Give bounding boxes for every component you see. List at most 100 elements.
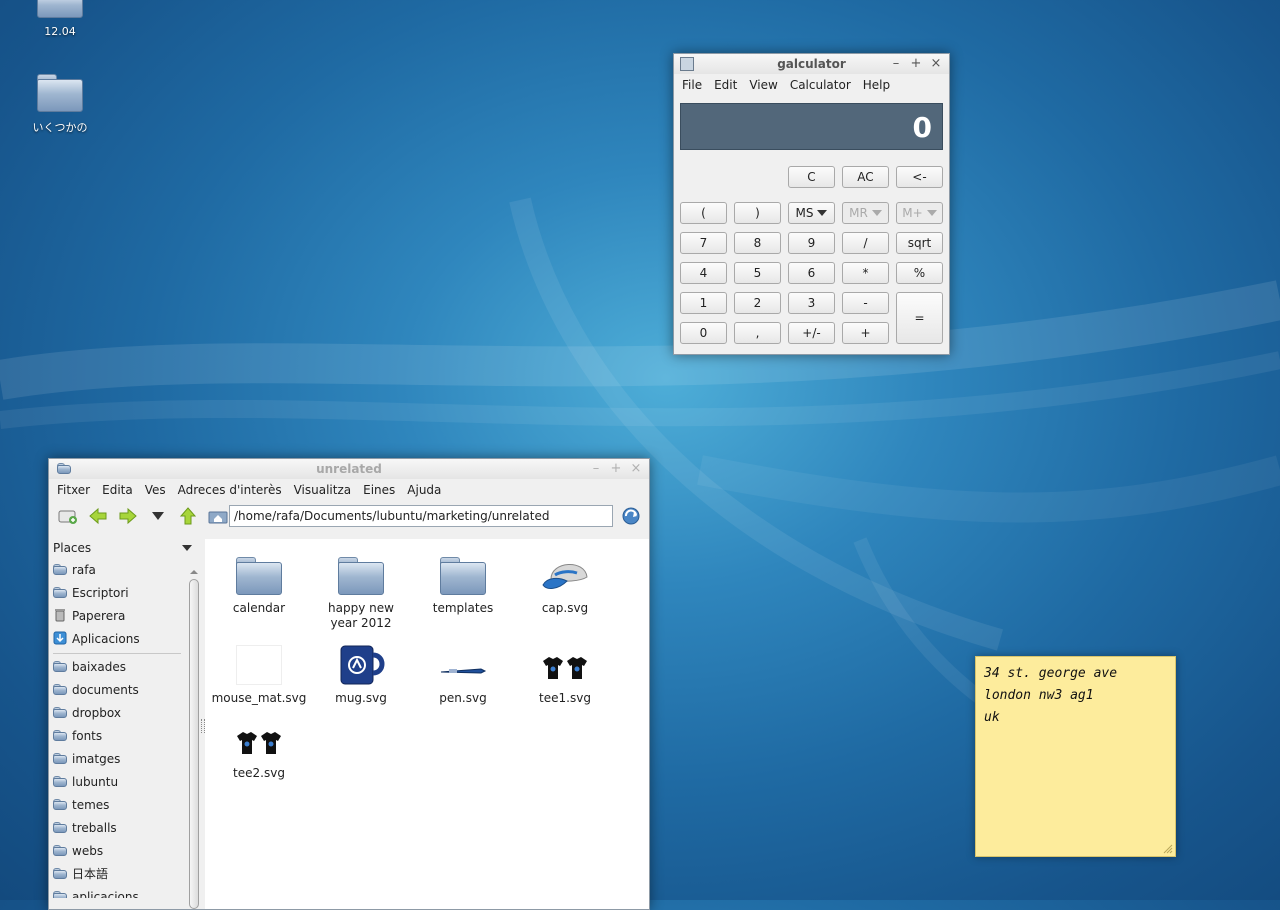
sidebar-item-aplicacions-folder[interactable]: aplicacions [49,886,203,898]
file-name: mug.svg [335,691,387,705]
file-manager-menubar: Fitxer Edita Ves Adreces d'interès Visua… [49,479,649,501]
digit-2-button[interactable]: 2 [734,292,781,314]
back-button[interactable] [85,505,111,527]
sidebar-item-imatges[interactable]: imatges [49,748,203,771]
home-button[interactable] [205,505,231,527]
sidebar-item-baixades[interactable]: baixades [49,656,203,679]
file-item-pen[interactable]: pen.svg [413,641,513,705]
menu-fitxer[interactable]: Fitxer [51,483,96,497]
sidebar-item-label: lubuntu [72,775,119,789]
sidebar-item-temes[interactable]: temes [49,794,203,817]
sidebar-item-label: webs [72,844,104,858]
file-item-templates[interactable]: templates [413,551,513,615]
close-icon[interactable]: × [629,461,643,476]
divide-button[interactable]: / [842,232,889,254]
menu-edita[interactable]: Edita [96,483,139,497]
trash-icon [55,609,65,622]
digit-7-button[interactable]: 7 [680,232,727,254]
go-button[interactable] [621,506,641,529]
memory-store-button[interactable]: MS [788,202,835,224]
folder-icon [53,707,67,718]
places-header[interactable]: Places [49,537,203,559]
sidebar-item-japanese[interactable]: 日本語 [49,863,203,886]
resize-grip-icon[interactable] [1163,844,1173,854]
sign-button[interactable]: +/- [788,322,835,344]
forward-button[interactable] [115,505,141,527]
percent-button[interactable]: % [896,262,943,284]
folder-icon [440,557,486,595]
sidebar-item-label: Aplicacions [72,632,140,646]
all-clear-button[interactable]: AC [842,166,889,188]
file-item-mug[interactable]: mug.svg [311,641,411,705]
new-tab-button[interactable] [55,505,81,527]
file-manager-titlebar[interactable]: unrelated – + × [49,459,649,479]
mug-icon [340,645,385,685]
file-name: mouse_mat.svg [211,691,307,705]
desktop-icon-folder[interactable]: いくつかの [15,74,105,135]
maximize-icon[interactable]: + [609,461,623,476]
menu-visualitza[interactable]: Visualitza [288,483,358,497]
digit-0-button[interactable]: 0 [680,322,727,344]
folder-icon [53,799,67,810]
sidebar-scroll-thumb[interactable] [189,579,199,909]
backspace-button[interactable]: <- [896,166,943,188]
left-paren-button[interactable]: ( [680,202,727,224]
digit-1-button[interactable]: 1 [680,292,727,314]
calculator-window: galculator – + × File Edit View Calculat… [673,53,950,355]
memory-add-button[interactable]: M+ [896,202,943,224]
sidebar-item-label: baixades [72,660,127,674]
desktop-icon-1204[interactable]: 12.04 [15,0,105,38]
digit-9-button[interactable]: 9 [788,232,835,254]
sidebar-item-webs[interactable]: webs [49,840,203,863]
note-line: london nw3 ag1 [984,688,1094,703]
digit-5-button[interactable]: 5 [734,262,781,284]
path-input[interactable]: /home/rafa/Documents/lubuntu/marketing/u… [229,505,613,527]
up-button[interactable] [175,505,201,527]
add-button[interactable]: + [842,322,889,344]
file-item-mouse-mat[interactable]: mouse_mat.svg [209,641,309,705]
sidebar-item-aplicacions[interactable]: Aplicacions [49,628,203,651]
sidebar-item-rafa[interactable]: rafa [49,559,203,582]
menu-adreces[interactable]: Adreces d'interès [172,483,288,497]
sidebar-item-escriptori[interactable]: Escriptori [49,582,203,605]
clear-button[interactable]: C [788,166,835,188]
memory-recall-button[interactable]: MR [842,202,889,224]
dropdown-arrow-icon [926,210,937,216]
sqrt-button[interactable]: sqrt [896,232,943,254]
file-name: pen.svg [439,691,487,705]
sticky-note[interactable]: 34 st. george ave london nw3 ag1 uk [975,656,1176,857]
menu-ajuda[interactable]: Ajuda [401,483,447,497]
right-paren-button[interactable]: ) [734,202,781,224]
history-dropdown-button[interactable] [145,505,171,527]
sidebar-item-lubuntu[interactable]: lubuntu [49,771,203,794]
minimize-icon[interactable]: – [589,461,603,476]
sidebar-item-label: documents [72,683,139,697]
menu-ves[interactable]: Ves [139,483,172,497]
sidebar-item-fonts[interactable]: fonts [49,725,203,748]
sidebar-item-paperera[interactable]: Paperera [49,605,203,628]
places-title: Places [53,541,92,555]
folder-icon [37,74,83,112]
file-name: cap.svg [541,601,589,615]
sidebar-separator [53,653,181,654]
folder-icon [37,0,83,18]
digit-6-button[interactable]: 6 [788,262,835,284]
file-item-calendar[interactable]: calendar [209,551,309,615]
file-item-happy-new-year[interactable]: happy new year 2012 [311,551,411,631]
comma-button[interactable]: , [734,322,781,344]
multiply-button[interactable]: * [842,262,889,284]
file-item-cap[interactable]: cap.svg [515,551,615,615]
sidebar-item-label: dropbox [72,706,121,720]
sidebar-scrollbar[interactable] [189,570,199,909]
file-item-tee2[interactable]: tee2.svg [209,716,309,780]
digit-8-button[interactable]: 8 [734,232,781,254]
sidebar-item-treballs[interactable]: treballs [49,817,203,840]
menu-eines[interactable]: Eines [357,483,401,497]
sidebar-item-documents[interactable]: documents [49,679,203,702]
sidebar-item-dropbox[interactable]: dropbox [49,702,203,725]
digit-4-button[interactable]: 4 [680,262,727,284]
equals-button[interactable]: = [896,292,943,344]
file-item-tee1[interactable]: tee1.svg [515,641,615,705]
subtract-button[interactable]: - [842,292,889,314]
digit-3-button[interactable]: 3 [788,292,835,314]
